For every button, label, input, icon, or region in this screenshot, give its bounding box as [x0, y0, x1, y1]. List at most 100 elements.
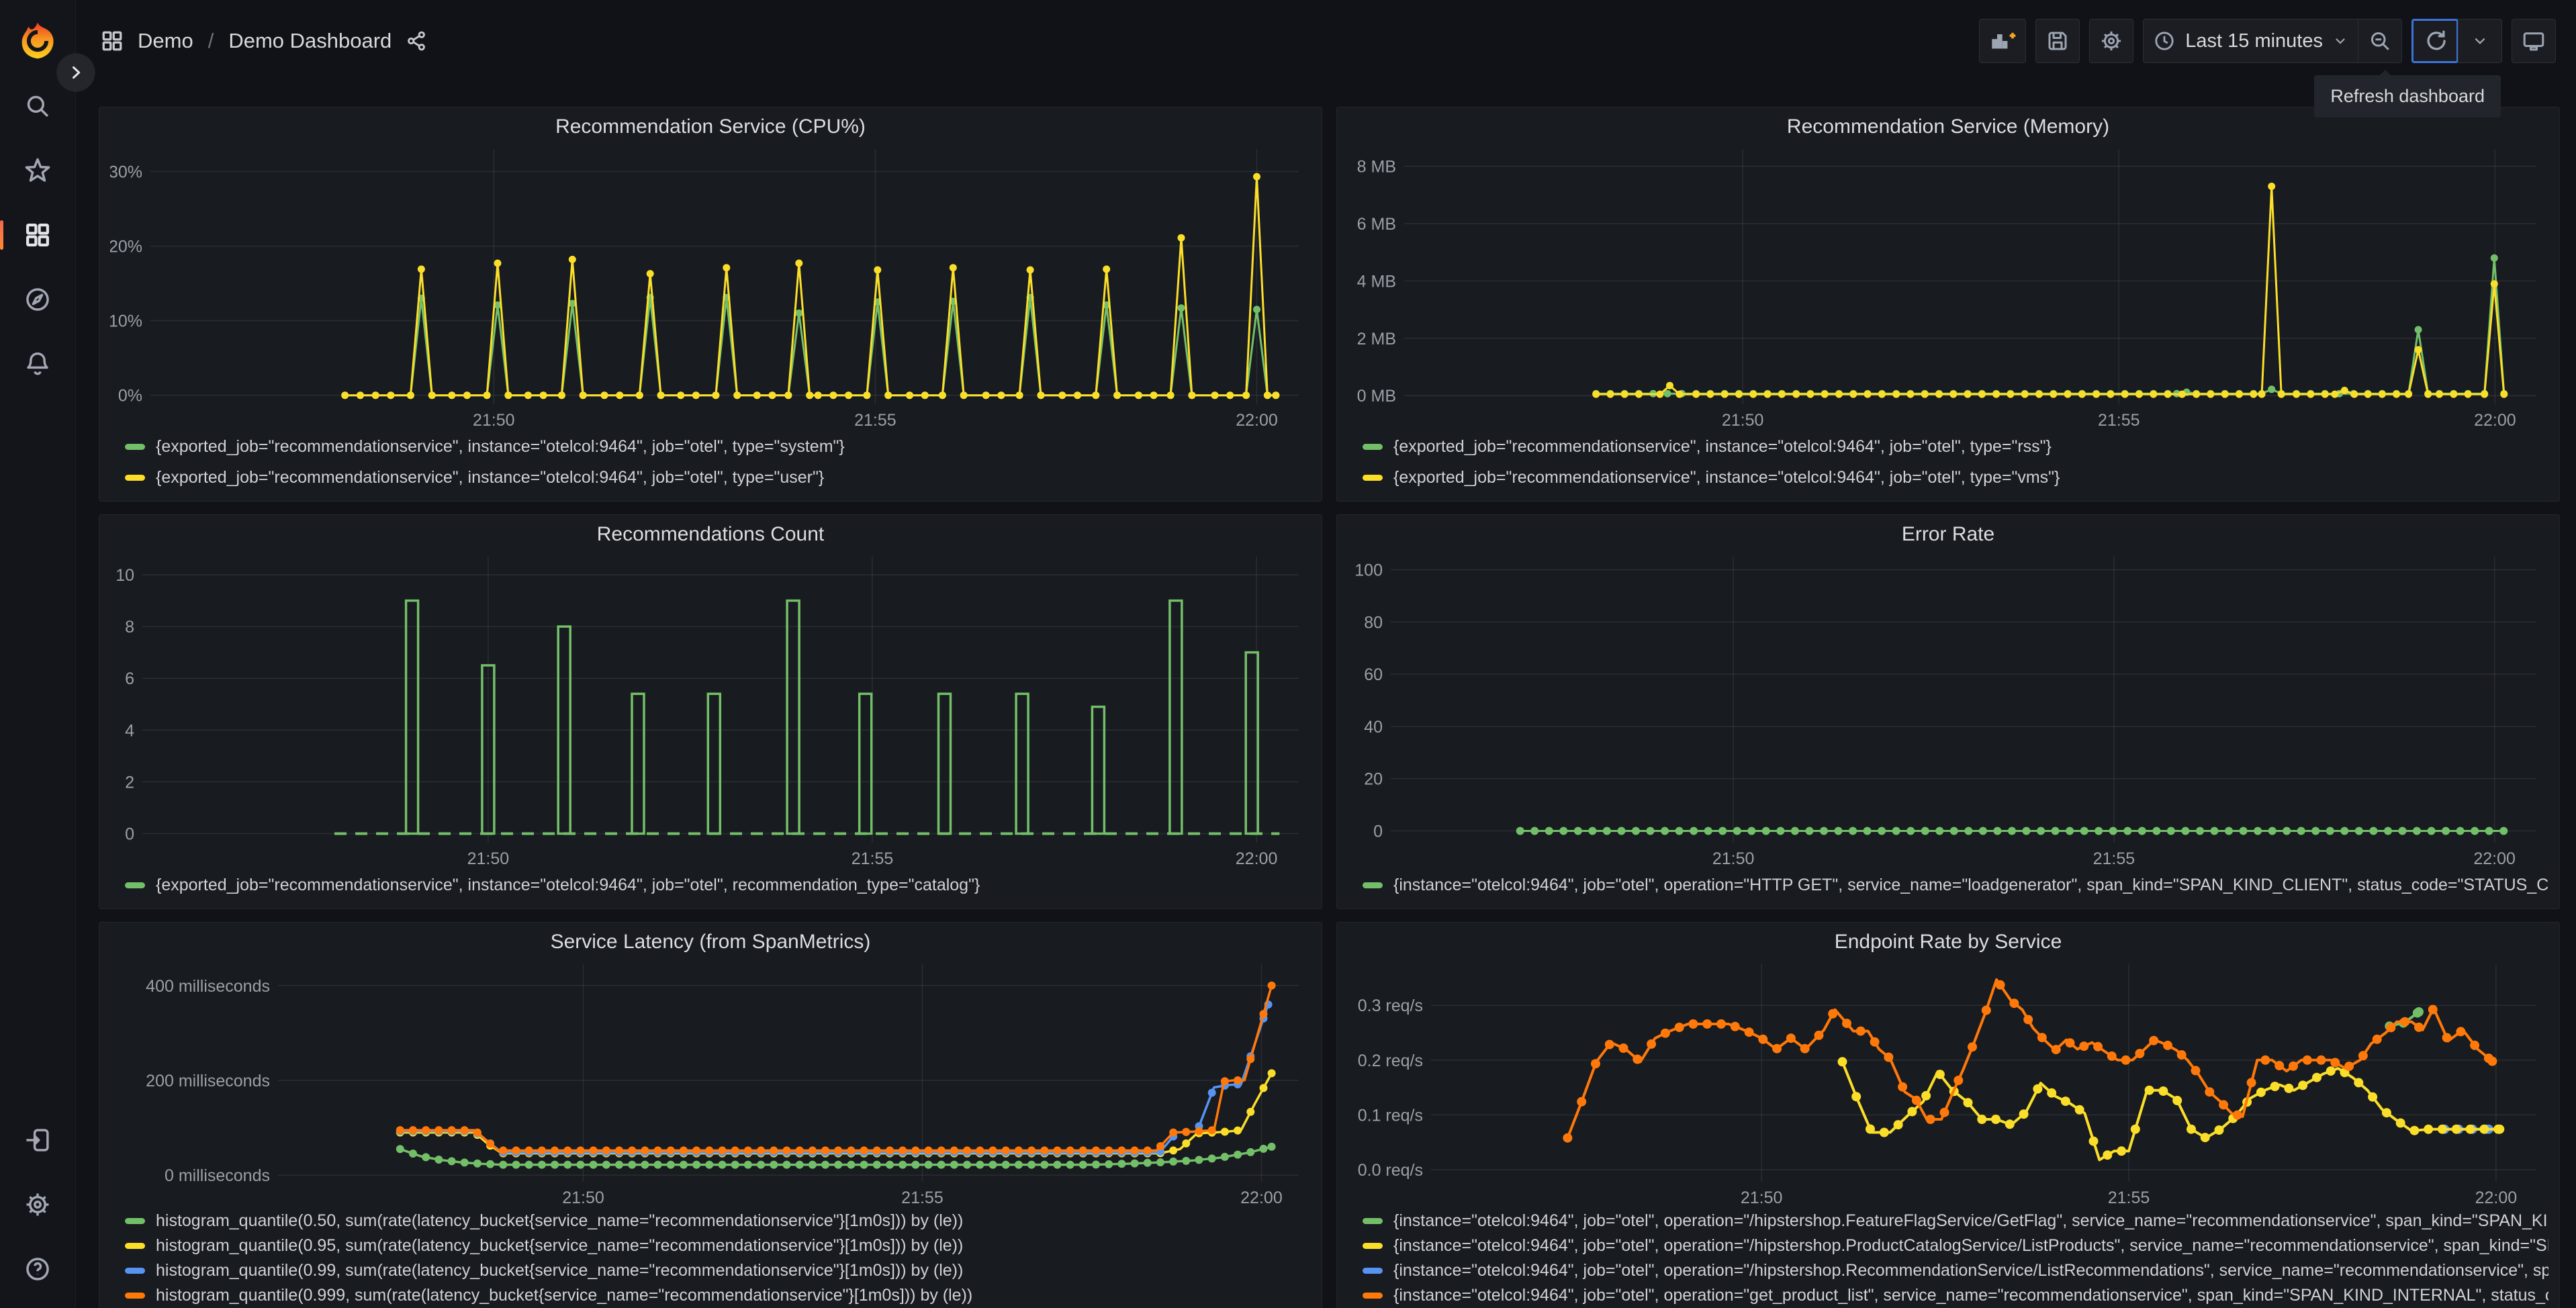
sidebar-item-settings[interactable] — [0, 1186, 76, 1223]
chart-plot[interactable]: 0 2 4 6 8 10 21:50 21:55 22:00 — [110, 549, 1311, 870]
cycle-view-mode-button[interactable] — [2512, 19, 2556, 63]
svg-text:21:50: 21:50 — [1712, 849, 1755, 868]
legend-swatch — [1363, 882, 1383, 888]
legend-swatch — [125, 1293, 145, 1299]
panel-title[interactable]: Error Rate — [1348, 520, 2548, 549]
legend-swatch — [1363, 474, 1383, 481]
svg-text:21:50: 21:50 — [562, 1188, 604, 1207]
sidebar-bottom-nav — [0, 1121, 76, 1308]
gear-icon — [2102, 31, 2121, 51]
legend-item[interactable]: {instance="otelcol:9464", job="otel", op… — [1363, 1258, 2548, 1283]
legend-item[interactable]: histogram_quantile(0.50, sum(rate(latenc… — [125, 1209, 1311, 1233]
panel: Recommendations Count 0 2 4 6 8 10 21:50 21:55 2… — [99, 514, 1322, 909]
svg-text:40: 40 — [1364, 718, 1383, 737]
legend-item[interactable]: {exported_job="recommendationservice", i… — [125, 870, 1311, 900]
svg-text:0 milliseconds: 0 milliseconds — [165, 1166, 270, 1185]
legend-label: {instance="otelcol:9464", job="otel", op… — [1393, 1261, 2548, 1280]
legend-item[interactable]: {exported_job="recommendationservice", i… — [1363, 462, 2548, 493]
svg-text:400 milliseconds: 400 milliseconds — [146, 977, 270, 996]
expand-sidebar-button[interactable] — [57, 54, 95, 91]
add-panel-icon — [1992, 32, 2016, 49]
legend-label: {exported_job="recommendationservice", i… — [156, 436, 845, 456]
legend-item[interactable]: {exported_job="recommendationservice", i… — [125, 431, 1311, 462]
legend-item[interactable]: {instance="otelcol:9464", job="otel", op… — [1363, 870, 2548, 900]
svg-text:21:50: 21:50 — [1722, 411, 1764, 430]
legend-item[interactable]: histogram_quantile(0.999, sum(rate(laten… — [125, 1283, 1311, 1308]
legend-item[interactable]: histogram_quantile(0.95, sum(rate(latenc… — [125, 1233, 1311, 1258]
svg-text:0: 0 — [125, 825, 134, 844]
legend-swatch — [125, 1268, 145, 1274]
breadcrumb-section[interactable]: Demo — [138, 29, 193, 53]
caret-down-icon — [2475, 38, 2485, 44]
chart-legend: {instance="otelcol:9464", job="otel", op… — [1348, 870, 2548, 900]
svg-text:21:55: 21:55 — [2098, 411, 2140, 430]
svg-text:30%: 30% — [110, 162, 142, 181]
sign-in-icon — [26, 1129, 49, 1152]
refresh-button[interactable] — [2411, 19, 2458, 63]
time-controls: Last 15 minutes — [2143, 19, 2402, 63]
svg-text:22:00: 22:00 — [1236, 411, 1278, 430]
panel-title[interactable]: Recommendations Count — [110, 520, 1311, 549]
svg-text:60: 60 — [1364, 665, 1383, 684]
legend-label: {exported_job="recommendationservice", i… — [1393, 436, 2052, 456]
sidebar-item-explore[interactable] — [0, 281, 76, 318]
svg-text:22:00: 22:00 — [1240, 1188, 1283, 1207]
share-dashboard-button[interactable] — [405, 30, 428, 52]
help-icon — [26, 1258, 49, 1280]
refresh-interval-dropdown[interactable] — [2458, 19, 2502, 63]
legend-item[interactable]: {instance="otelcol:9464", job="otel", op… — [1363, 1283, 2548, 1308]
sidebar-item-dashboards[interactable] — [0, 216, 76, 254]
chevron-down-icon — [2336, 38, 2345, 44]
svg-text:6 MB: 6 MB — [1357, 215, 1396, 234]
active-item-indicator — [0, 220, 3, 250]
panel: Service Latency (from SpanMetrics) 0 mil… — [99, 922, 1322, 1308]
compass-icon — [26, 288, 49, 311]
chart-legend: {exported_job="recommendationservice", i… — [110, 870, 1311, 900]
chart-plot[interactable]: 0 20 40 60 80 100 21:50 21:55 22:00 — [1348, 549, 2548, 870]
legend-swatch — [125, 1218, 145, 1224]
svg-text:4: 4 — [125, 721, 134, 740]
dashboards-icon — [102, 31, 122, 51]
share-icon — [408, 31, 426, 51]
panel-title[interactable]: Recommendation Service (CPU%) — [110, 113, 1311, 141]
breadcrumb-page: Demo Dashboard — [228, 29, 392, 52]
legend-swatch — [125, 474, 145, 481]
legend-item[interactable]: {instance="otelcol:9464", job="otel", op… — [1363, 1209, 2548, 1233]
chart-plot[interactable]: 0 MB 2 MB 4 MB 6 MB 8 MB 21:50 21:55 22:00 — [1348, 141, 2548, 431]
clock-icon — [2155, 32, 2174, 50]
legend-swatch — [125, 882, 145, 888]
svg-text:21:50: 21:50 — [1741, 1188, 1783, 1207]
legend-item[interactable]: {exported_job="recommendationservice", i… — [1363, 431, 2548, 462]
dashboard-settings-button[interactable] — [2089, 19, 2134, 63]
zoom-out-button[interactable] — [2358, 19, 2402, 63]
sidebar-item-starred[interactable] — [0, 152, 76, 189]
svg-text:22:00: 22:00 — [2473, 849, 2516, 868]
svg-text:21:55: 21:55 — [852, 849, 894, 868]
panel-title[interactable]: Service Latency (from SpanMetrics) — [110, 928, 1311, 956]
bell-icon — [27, 352, 48, 375]
time-range-picker[interactable]: Last 15 minutes — [2143, 19, 2358, 63]
chart-plot[interactable]: 0 milliseconds 200 milliseconds 400 millis… — [110, 956, 1311, 1209]
save-dashboard-button[interactable] — [2035, 19, 2080, 63]
legend-label: {exported_job="recommendationservice", i… — [156, 467, 825, 487]
legend-item[interactable]: histogram_quantile(0.99, sum(rate(latenc… — [125, 1258, 1311, 1283]
legend-item[interactable]: {instance="otelcol:9464", job="otel", op… — [1363, 1233, 2548, 1258]
sidebar-item-help[interactable] — [0, 1250, 76, 1288]
legend-item[interactable]: {exported_job="recommendationservice", i… — [125, 462, 1311, 493]
svg-text:21:50: 21:50 — [473, 411, 515, 430]
svg-text:10%: 10% — [110, 312, 142, 331]
svg-text:8: 8 — [125, 618, 134, 637]
add-panel-button[interactable] — [1979, 19, 2027, 63]
sidebar — [0, 0, 76, 1308]
sidebar-item-alerting[interactable] — [0, 345, 76, 383]
sidebar-item-sign-in[interactable] — [0, 1121, 76, 1159]
panel-title[interactable]: Endpoint Rate by Service — [1348, 928, 2548, 956]
search-icon — [27, 95, 49, 118]
svg-text:0 MB: 0 MB — [1357, 387, 1396, 406]
svg-text:100: 100 — [1354, 561, 1383, 579]
time-range-label: Last 15 minutes — [2185, 30, 2323, 52]
sidebar-item-search[interactable] — [0, 87, 76, 125]
svg-text:0%: 0% — [118, 387, 142, 406]
chart-plot[interactable]: 0% 10% 20% 30% 21:50 21:55 22:00 — [110, 141, 1311, 431]
chart-plot[interactable]: 0.0 req/s 0.1 req/s 0.2 req/s 0.3 req/s 21:5… — [1348, 956, 2548, 1209]
